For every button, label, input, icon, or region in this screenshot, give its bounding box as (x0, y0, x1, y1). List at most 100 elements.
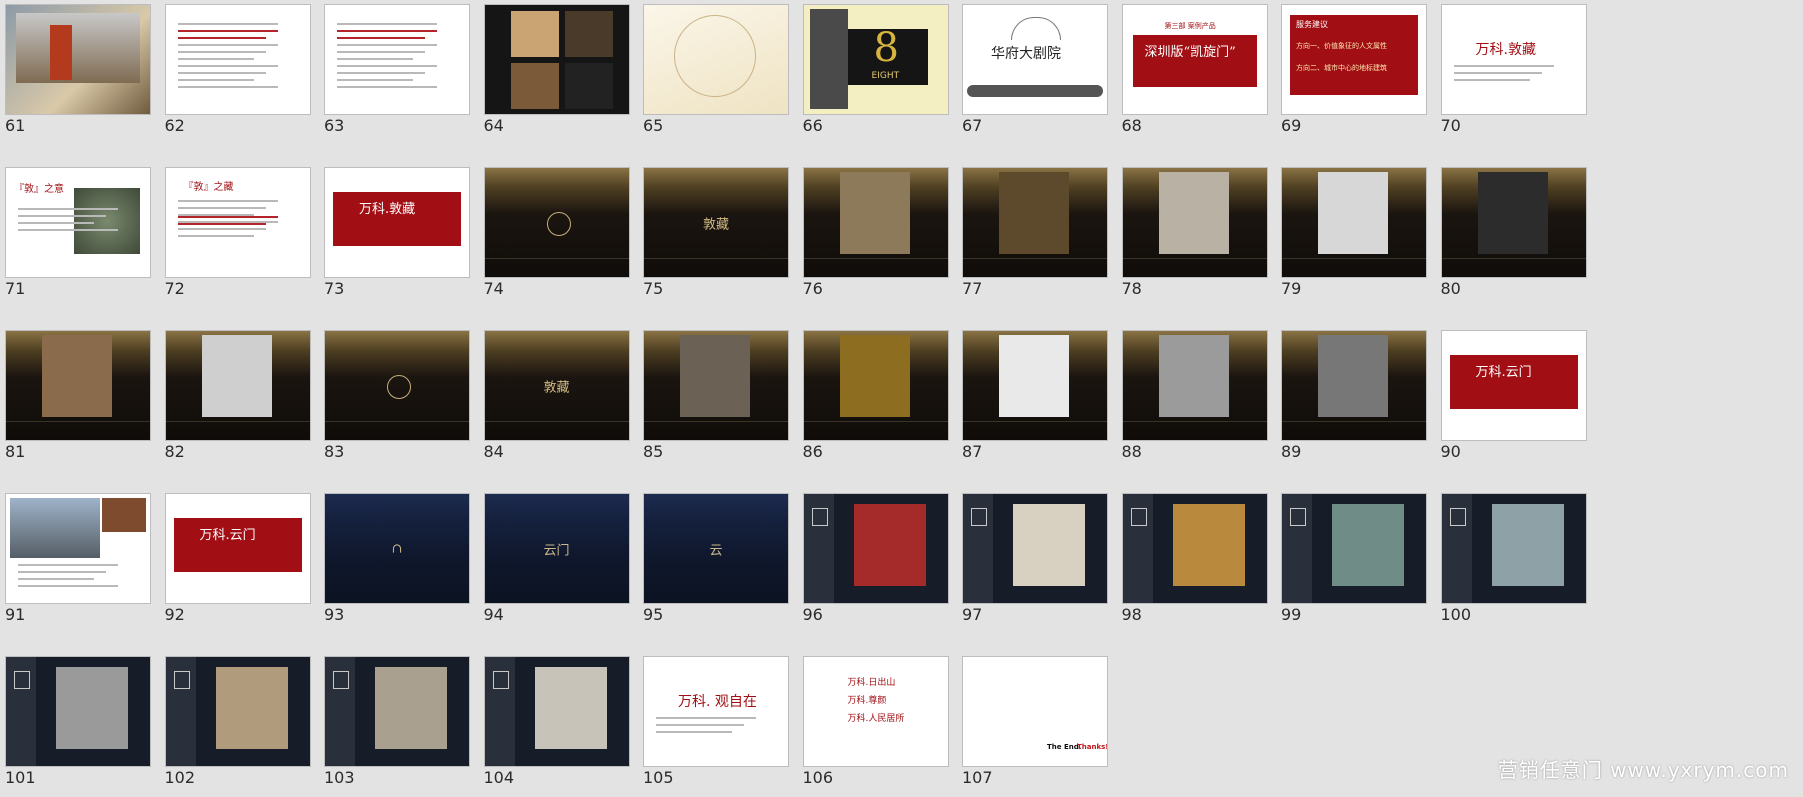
slide-cell[interactable]: 91 (0, 489, 151, 634)
slide-cell[interactable]: 第三部 案例产品 深圳版“凯旋门” 68 (1117, 0, 1268, 145)
slide-number: 83 (324, 442, 345, 461)
slide-thumbnail-97[interactable] (962, 493, 1108, 604)
slide-cell[interactable]: 89 (1276, 326, 1427, 471)
slide-thumbnail-87[interactable] (962, 330, 1108, 441)
slide-cell[interactable]: 101 (0, 652, 151, 797)
slide-thumbnail-73[interactable]: 万科.敦藏 (324, 167, 470, 278)
slide-thumbnail-94[interactable]: 云门 (483, 493, 630, 604)
slide-cell[interactable]: 64 (479, 0, 630, 145)
slide-thumbnail-107[interactable]: The End. Thanks! (962, 656, 1108, 767)
slide-cell[interactable]: 78 (1117, 163, 1268, 308)
slide-thumbnail-67[interactable]: 华府大剧院 (962, 4, 1108, 115)
slide-cell[interactable]: 65 (638, 0, 789, 145)
slide-cell[interactable]: 服务建议 方向一、价值象征的人文属性 方向二、城市中心的地标建筑 69 (1276, 0, 1427, 145)
slide-cell[interactable]: 万科.日出山 万科.尊颜 万科.人民居所 106 (798, 652, 949, 797)
slide-thumbnail-102[interactable] (164, 656, 311, 767)
slide-cell[interactable]: 62 (160, 0, 311, 145)
slide-thumbnail-62[interactable] (164, 4, 311, 115)
slide-cell[interactable]: 『敦』之意 71 (0, 163, 151, 308)
slide-thumbnail-61[interactable] (5, 4, 151, 115)
slide-cell[interactable]: 万科. 观自在 105 (638, 652, 789, 797)
slide-cell[interactable]: 万科.云门 92 (160, 489, 311, 634)
slide-cell[interactable]: 86 (798, 326, 949, 471)
fan-emblem (1011, 17, 1061, 40)
slide-thumbnail-86[interactable] (802, 330, 949, 441)
slide-cell[interactable]: 85 (638, 326, 789, 471)
slide-cell[interactable]: 『敦』之藏 72 (160, 163, 311, 308)
slide-cell[interactable]: 87 (957, 326, 1108, 471)
slide-thumbnail-83[interactable] (324, 330, 470, 441)
slide-thumbnail-71[interactable]: 『敦』之意 (5, 167, 151, 278)
slide-cell[interactable]: 云门 94 (479, 489, 630, 634)
footer-rule (325, 421, 469, 422)
slide-cell[interactable]: ∩ 93 (319, 489, 470, 634)
slide-cell[interactable]: 敦藏 84 (479, 326, 630, 471)
slide-cell[interactable]: 81 (0, 326, 151, 471)
slide-thumbnail-70[interactable]: 万科.敦藏 (1440, 4, 1587, 115)
slide-thumbnail-80[interactable] (1440, 167, 1587, 278)
slide-thumbnail-69[interactable]: 服务建议 方向一、价值象征的人文属性 方向二、城市中心的地标建筑 (1281, 4, 1427, 115)
slide-thumbnail-74[interactable] (483, 167, 630, 278)
slide-thumbnail-65[interactable] (643, 4, 789, 115)
slide-cell[interactable]: 万科.敦藏 73 (319, 163, 470, 308)
slide-thumbnail-95[interactable]: 云 (643, 493, 789, 604)
slide-thumbnail-88[interactable] (1121, 330, 1268, 441)
slide-thumbnail-96[interactable] (802, 493, 949, 604)
slide-thumbnail-93[interactable]: ∩ (324, 493, 470, 604)
slide-thumbnail-81[interactable] (5, 330, 151, 441)
slide-thumbnail-91[interactable] (5, 493, 151, 604)
slide-thumbnail-98[interactable] (1121, 493, 1268, 604)
slide-cell[interactable]: 万科.云门 90 (1436, 326, 1587, 471)
slide-thumbnail-103[interactable] (324, 656, 470, 767)
slide-cell[interactable]: 88 (1117, 326, 1268, 471)
slide-thumbnail-75[interactable]: 敦藏 (643, 167, 789, 278)
slide-cell[interactable]: 万科.敦藏 70 (1436, 0, 1587, 145)
slide-cell[interactable]: 61 (0, 0, 151, 145)
slide-number: 91 (5, 605, 26, 624)
slide-thumbnail-85[interactable] (643, 330, 789, 441)
slide-thumbnail-104[interactable] (483, 656, 630, 767)
slide-cell[interactable]: 102 (160, 652, 311, 797)
slide-cell[interactable]: 敦藏 75 (638, 163, 789, 308)
slide-cell[interactable]: 华府大剧院 67 (957, 0, 1108, 145)
slide-cell[interactable]: 100 (1436, 489, 1587, 634)
slide-thumbnail-99[interactable] (1281, 493, 1427, 604)
slide-cell[interactable]: 80 (1436, 163, 1587, 308)
slide-thumbnail-100[interactable] (1440, 493, 1587, 604)
slide-thumbnail-66[interactable]: 8 EIGHT (802, 4, 949, 115)
slide-thumbnail-72[interactable]: 『敦』之藏 (164, 167, 311, 278)
slide-thumbnail-90[interactable]: 万科.云门 (1440, 330, 1587, 441)
slide-thumbnail-63[interactable] (324, 4, 470, 115)
slide-cell[interactable]: 99 (1276, 489, 1427, 634)
slide-cell[interactable]: 77 (957, 163, 1108, 308)
slide-thumbnail-92[interactable]: 万科.云门 (164, 493, 311, 604)
slide-thumbnail-76[interactable] (802, 167, 949, 278)
slide-thumbnail-77[interactable] (962, 167, 1108, 278)
slide-cell[interactable]: 74 (479, 163, 630, 308)
slide-thumbnail-82[interactable] (164, 330, 311, 441)
slide-cell[interactable]: 103 (319, 652, 470, 797)
slide-cell[interactable]: 8 EIGHT 66 (798, 0, 949, 145)
slide-thumbnail-105[interactable]: 万科. 观自在 (643, 656, 789, 767)
slide-thumbnail-64[interactable] (483, 4, 630, 115)
slide-thumbnail-106[interactable]: 万科.日出山 万科.尊颜 万科.人民居所 (802, 656, 949, 767)
slide-thumbnail-89[interactable] (1281, 330, 1427, 441)
slide-cell[interactable]: 79 (1276, 163, 1427, 308)
slide-cell[interactable]: 云 95 (638, 489, 789, 634)
slide-thumbnail-78[interactable] (1121, 167, 1268, 278)
slide-cell[interactable]: 97 (957, 489, 1108, 634)
slide-cell[interactable]: 83 (319, 326, 470, 471)
slide-cell[interactable]: 63 (319, 0, 470, 145)
slide-number: 67 (962, 116, 983, 135)
slide-thumbnail-101[interactable] (5, 656, 151, 767)
slide-cell[interactable]: 104 (479, 652, 630, 797)
slide-thumbnail-68[interactable]: 第三部 案例产品 深圳版“凯旋门” (1121, 4, 1268, 115)
slide-cell[interactable]: 96 (798, 489, 949, 634)
slide-number: 105 (643, 768, 674, 787)
slide-thumbnail-84[interactable]: 敦藏 (483, 330, 630, 441)
slide-thumbnail-79[interactable] (1281, 167, 1427, 278)
slide-cell[interactable]: 82 (160, 326, 311, 471)
slide-cell[interactable]: The End. Thanks! 107 (957, 652, 1108, 797)
slide-cell[interactable]: 76 (798, 163, 949, 308)
slide-cell[interactable]: 98 (1117, 489, 1268, 634)
